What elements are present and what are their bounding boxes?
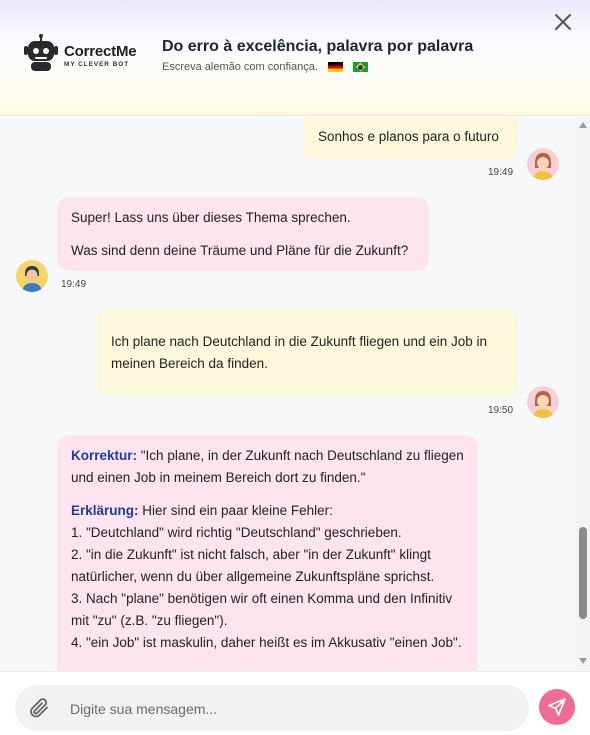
user-avatar <box>527 148 559 180</box>
correctme-logo: CorrectMe MY CLEVER BOT <box>24 34 144 72</box>
message-list[interactable]: Sonhos e planos para o futuro 19:49 Supe… <box>0 117 576 671</box>
chat-scrollbar[interactable] <box>576 117 590 671</box>
explanation-paragraph: Erklärung: Hier sind ein paar kleine Feh… <box>71 500 464 522</box>
send-icon <box>548 698 566 716</box>
robot-logo-icon <box>24 34 58 71</box>
user-message-text: Ich plane nach Deutchland in die Zukunft… <box>111 334 488 371</box>
scroll-up-arrow-icon[interactable] <box>579 122 587 128</box>
close-button[interactable] <box>553 12 573 32</box>
message-time: 19:50 <box>488 405 514 416</box>
bot-message: Super! Lass uns über dieses Thema sprech… <box>57 197 429 271</box>
close-icon <box>555 14 571 30</box>
header-subtitle: Escreva alemão com confiança. <box>162 61 368 73</box>
user-message: Ich plane nach Deutchland in die Zukunft… <box>97 308 518 396</box>
bot-correction-message: Korrektur: "Ich plane, in der Zukunft na… <box>57 435 478 671</box>
correction-paragraph: Korrektur: "Ich plane, in der Zukunft na… <box>71 445 464 489</box>
bot-message-line: Super! Lass uns über dieses Thema sprech… <box>71 210 351 225</box>
user-avatar-icon <box>527 148 559 180</box>
explanation-point: 1. "Deutchland" wird richtig "Deutschlan… <box>71 525 402 540</box>
scrollbar-thumb[interactable] <box>579 527 587 619</box>
explanation-label: Erklärung: <box>71 503 139 518</box>
message-input[interactable] <box>68 685 512 733</box>
bot-message-line: Was sind denn deine Träume und Pläne für… <box>71 243 409 258</box>
user-avatar <box>527 386 559 418</box>
germany-flag-icon <box>327 62 343 72</box>
explanation-point: 3. Nach "plane" benötigen wir oft einen … <box>71 591 453 628</box>
subtitle-text: Escreva alemão com confiança. <box>162 61 318 73</box>
bot-avatar <box>16 260 48 292</box>
explanation-text: Hier sind ein paar kleine Fehler: <box>138 503 333 518</box>
message-composer <box>0 671 590 735</box>
brazil-flag-icon <box>352 62 368 72</box>
message-time: 19:49 <box>488 167 514 178</box>
explanation-point: 2. "in die Zukunft" ist nicht falsch, ab… <box>71 547 435 584</box>
chat-header: CorrectMe MY CLEVER BOT Do erro à excelê… <box>0 0 590 116</box>
header-title: Do erro à excelência, palavra por palavr… <box>162 38 474 55</box>
user-message: Sonhos e planos para o futuro <box>304 117 518 159</box>
explanation-point: 4. "ein Job" ist maskulin, daher heißt e… <box>71 635 462 650</box>
scroll-down-arrow-icon[interactable] <box>579 658 587 664</box>
bot-avatar-icon <box>16 260 48 292</box>
correction-label: Korrektur: <box>71 448 138 463</box>
paperclip-icon <box>30 698 48 718</box>
user-avatar-icon <box>527 386 559 418</box>
logo-name: CorrectMe <box>64 43 137 60</box>
logo-tagline: MY CLEVER BOT <box>64 61 130 68</box>
message-time: 19:49 <box>61 279 87 290</box>
message-input-wrapper <box>15 685 529 733</box>
attach-button[interactable] <box>27 696 51 720</box>
send-button[interactable] <box>539 689 575 725</box>
user-message-text: Sonhos e planos para o futuro <box>318 129 499 144</box>
